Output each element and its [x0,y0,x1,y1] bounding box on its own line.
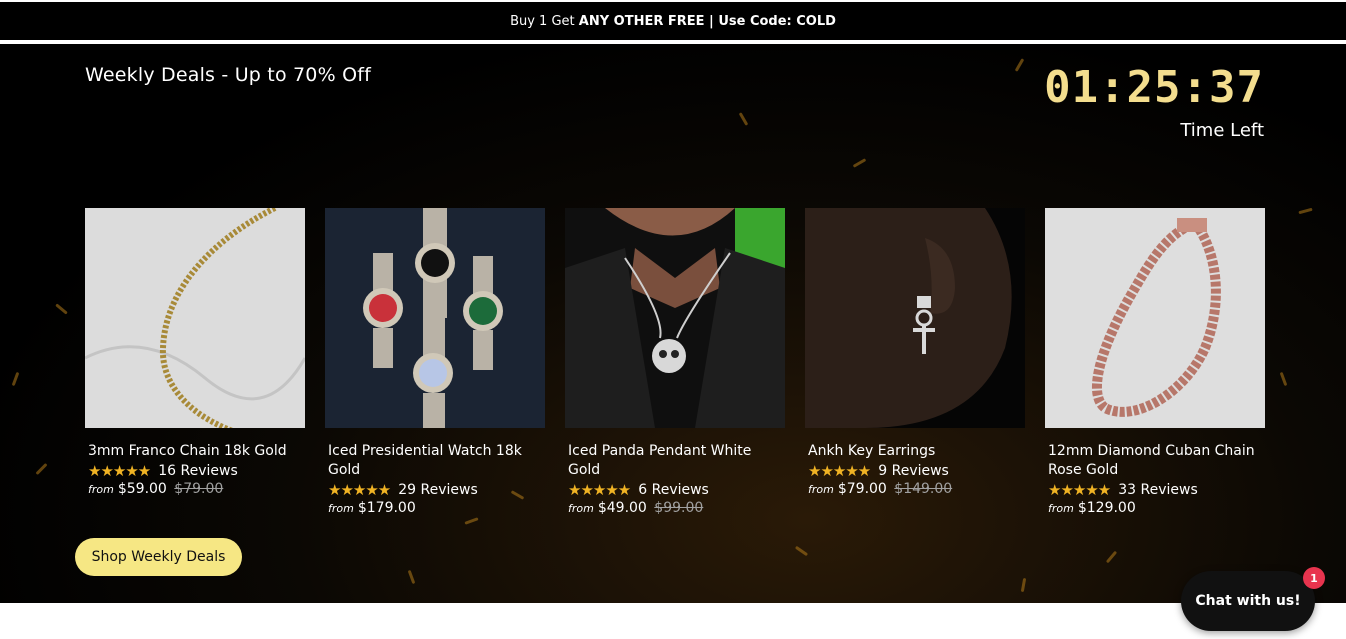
sale-price: $179.00 [357,500,416,516]
product-card[interactable]: Iced Panda Pendant White Gold ★★★★★ 6 Re… [565,208,785,516]
product-grid: 3mm Franco Chain 18k Gold ★★★★★ 16 Revie… [85,208,1265,528]
rating: ★★★★★ 9 Reviews [808,461,1025,480]
product-card[interactable]: Ankh Key Earrings ★★★★★ 9 Reviews from $7… [805,208,1025,497]
review-count: 6 Reviews [638,481,709,498]
rose-chain-image[interactable] [1045,208,1265,428]
chat-label[interactable]: Chat with us! [1195,593,1300,609]
rating: ★★★★★ 33 Reviews [1048,480,1265,499]
original-price: $79.00 [174,481,224,497]
price: from $129.00 [1048,500,1265,516]
product-name[interactable]: Iced Presidential Watch 18k Gold [328,442,542,480]
review-count: 16 Reviews [158,462,238,479]
gold-chain-image[interactable] [85,208,305,428]
review-count: 29 Reviews [398,481,478,498]
price: from $59.00 $79.00 [88,481,305,497]
original-price: $99.00 [654,500,704,516]
star-rating-icon: ★★★★★ [328,480,391,499]
rating: ★★★★★ 29 Reviews [328,480,545,499]
product-name[interactable]: 3mm Franco Chain 18k Gold [88,442,302,461]
section-title: Weekly Deals - Up to 70% Off [85,64,372,86]
star-rating-icon: ★★★★★ [808,461,871,480]
price-from-label: from [568,502,594,515]
price: from $179.00 [328,500,545,516]
pendant-image[interactable] [565,208,785,428]
sale-price: $49.00 [597,500,647,516]
watches-image[interactable] [325,208,545,428]
price-from-label: from [88,483,114,496]
review-count: 33 Reviews [1118,481,1198,498]
product-card[interactable]: Iced Presidential Watch 18k Gold ★★★★★ 2… [325,208,545,516]
chat-notification-badge: 1 [1303,567,1325,589]
announcement-bar: Buy 1 Get ANY OTHER FREE | Use Code: COL… [0,2,1346,40]
product-name[interactable]: 12mm Diamond Cuban Chain Rose Gold [1048,442,1262,480]
price-from-label: from [328,502,354,515]
sale-price: $59.00 [117,481,167,497]
shop-weekly-deals-button[interactable]: Shop Weekly Deals [75,538,242,576]
earring-image[interactable] [805,208,1025,428]
product-card[interactable]: 12mm Diamond Cuban Chain Rose Gold ★★★★★… [1045,208,1265,516]
price-from-label: from [808,483,834,496]
price-from-label: from [1048,502,1074,515]
star-rating-icon: ★★★★★ [1048,480,1111,499]
review-count: 9 Reviews [878,462,949,479]
weekly-deals-section: Weekly Deals - Up to 70% Off 01:25:37 Ti… [0,44,1346,603]
original-price: $149.00 [894,481,953,497]
chat-button[interactable]: Chat with us! [1181,571,1315,631]
announcement-prefix: Buy 1 Get [510,13,575,29]
rating: ★★★★★ 6 Reviews [568,480,785,499]
star-rating-icon: ★★★★★ [88,461,151,480]
countdown-timer: 01:25:37 [1044,62,1264,113]
price: from $79.00 $149.00 [808,481,1025,497]
sale-price: $129.00 [1077,500,1136,516]
announcement-highlight: ANY OTHER FREE | Use Code: COLD [578,13,836,29]
sale-price: $79.00 [837,481,887,497]
product-name[interactable]: Ankh Key Earrings [808,442,1022,461]
product-card[interactable]: 3mm Franco Chain 18k Gold ★★★★★ 16 Revie… [85,208,305,497]
rating: ★★★★★ 16 Reviews [88,461,305,480]
star-rating-icon: ★★★★★ [568,480,631,499]
countdown-label: Time Left [1180,120,1264,141]
product-name[interactable]: Iced Panda Pendant White Gold [568,442,782,480]
price: from $49.00 $99.00 [568,500,785,516]
